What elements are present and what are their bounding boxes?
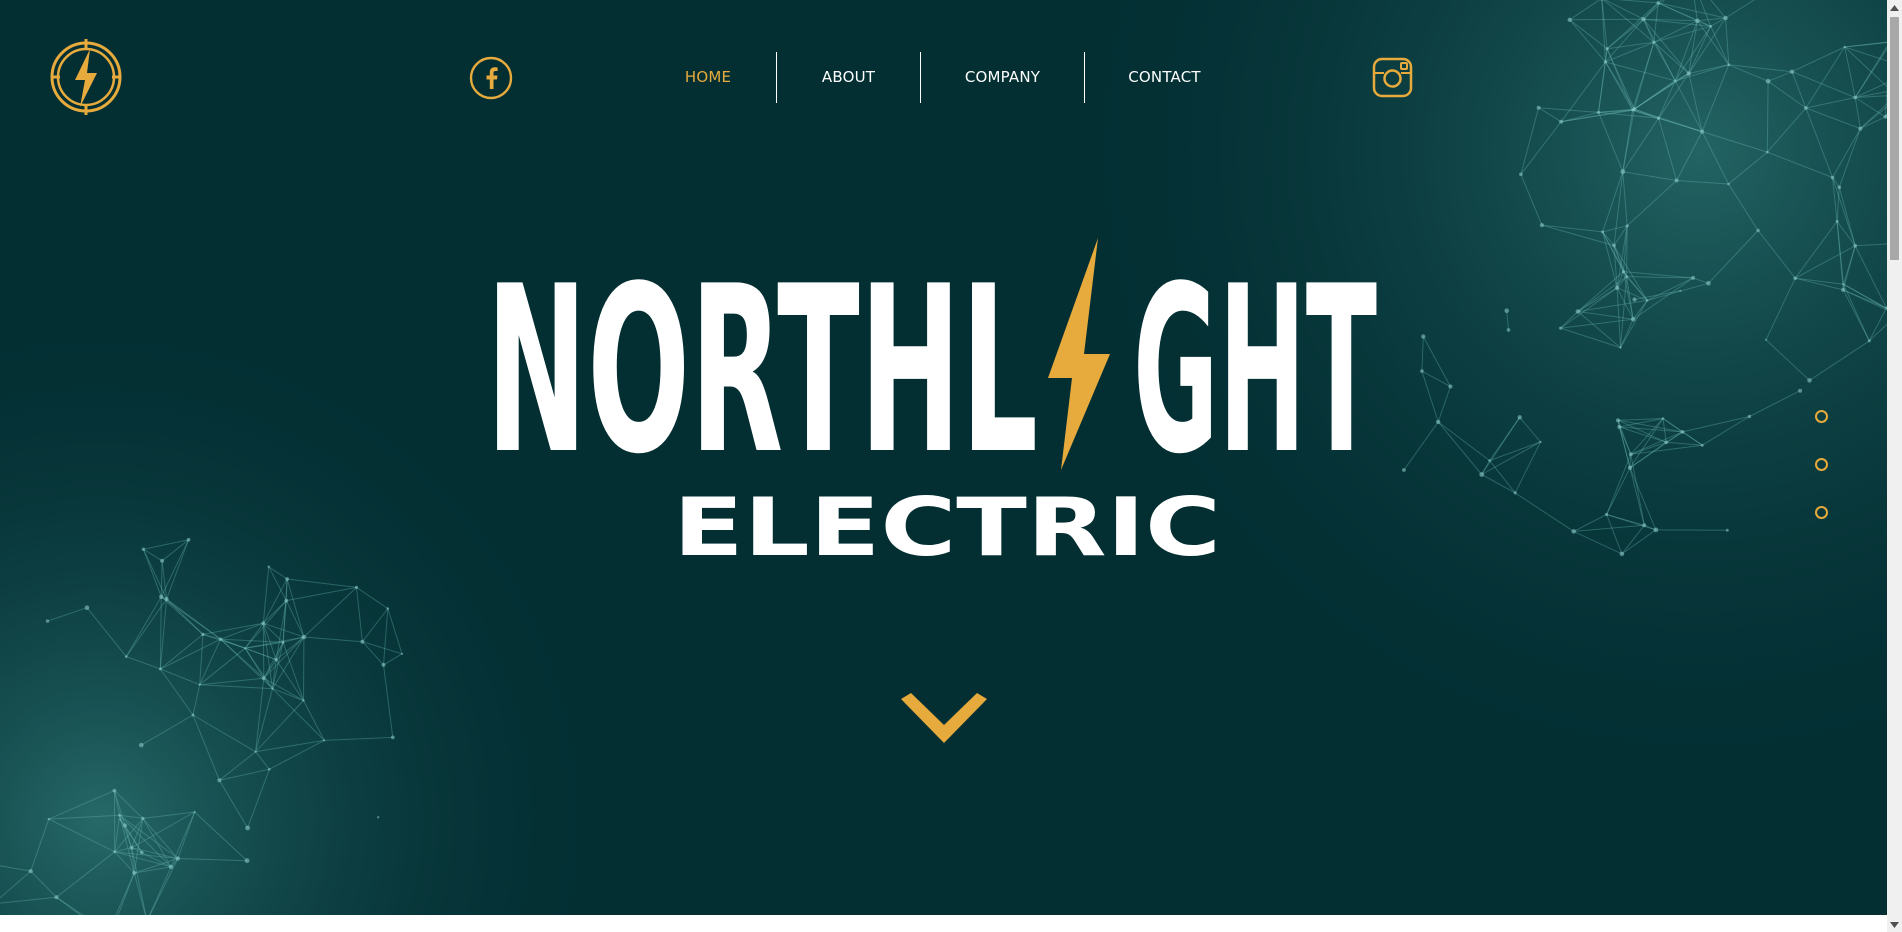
section-dot-1[interactable] bbox=[1815, 410, 1828, 423]
lightning-bolt-logo[interactable] bbox=[49, 35, 124, 117]
nav-item-home[interactable]: HOME bbox=[640, 52, 776, 103]
section-dot-2[interactable] bbox=[1815, 458, 1828, 471]
scrollbar-thumb[interactable] bbox=[1890, 17, 1899, 260]
instagram-icon[interactable] bbox=[1372, 57, 1413, 98]
page-bottom-edge bbox=[0, 915, 1887, 932]
facebook-icon[interactable] bbox=[469, 56, 513, 100]
nav-item-about[interactable]: ABOUT bbox=[777, 52, 920, 103]
brand-title-right: GHT bbox=[1133, 238, 1377, 505]
scroll-up-arrow-icon[interactable] bbox=[1887, 0, 1902, 15]
nav-item-contact[interactable]: CONTACT bbox=[1085, 52, 1244, 103]
nav-item-company[interactable]: COMPANY bbox=[921, 52, 1084, 103]
page-scrollbar[interactable] bbox=[1887, 0, 1902, 932]
lightning-bolt-icon bbox=[1048, 238, 1110, 470]
section-dot-3[interactable] bbox=[1815, 506, 1828, 519]
scroll-down-arrow-icon[interactable] bbox=[1887, 917, 1902, 932]
brand-wordmark: NORTHL GHT ELECTRIC bbox=[486, 238, 1377, 570]
section-dots bbox=[1815, 410, 1829, 554]
brand-subtitle: ELECTRIC bbox=[673, 481, 1221, 570]
hero-section: HOME ABOUT COMPANY CONTACT NORTHL GHT EL… bbox=[0, 0, 1887, 915]
chevron-down-icon[interactable] bbox=[899, 693, 989, 753]
brand-title-left: NORTHL bbox=[486, 238, 1038, 505]
main-nav: HOME ABOUT COMPANY CONTACT bbox=[640, 52, 1244, 103]
